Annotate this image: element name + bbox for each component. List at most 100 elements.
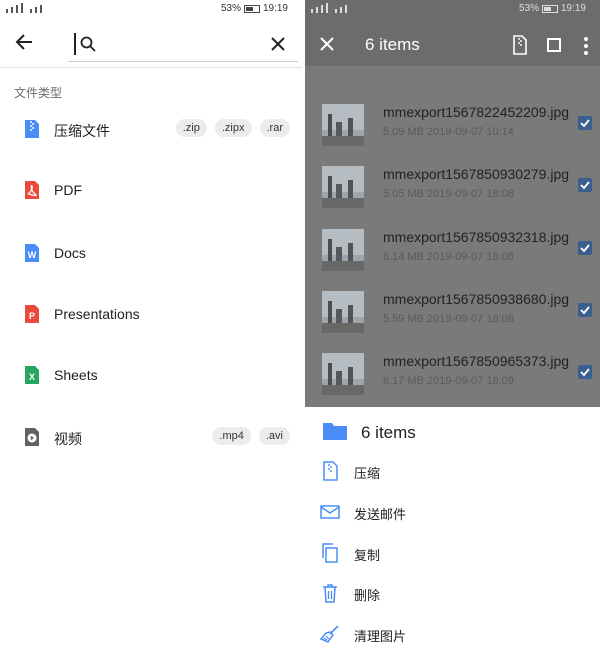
archive-icon	[25, 120, 39, 138]
battery-percent: 53%	[220, 3, 241, 14]
file-meta: 6.14 MB 2019-09-07 18:08	[383, 251, 514, 263]
battery-icon	[541, 4, 558, 13]
search-screen: 53% 19:19 文件类型 压缩文件 .zip .zipx .rar PDF …	[0, 0, 302, 653]
action-label: 压缩	[354, 466, 381, 481]
action-mail[interactable]: 发送邮件	[305, 494, 600, 534]
action-clean-images[interactable]: 清理图片	[305, 616, 600, 653]
sheet-title: 6 items	[361, 423, 416, 442]
battery-icon	[243, 4, 260, 13]
search-box[interactable]	[68, 28, 298, 62]
file-meta: 5.05 MB 2019-09-07 18:08	[383, 188, 514, 200]
chip-avi[interactable]: .avi	[258, 427, 290, 445]
search-icon	[80, 36, 96, 52]
type-row-pdf[interactable]: PDF	[0, 170, 302, 210]
chip-zipx[interactable]: .zipx	[214, 119, 252, 137]
action-label: 发送邮件	[354, 507, 407, 522]
compress-icon	[323, 461, 338, 481]
signal-icon	[311, 3, 347, 13]
svg-text:X: X	[29, 372, 35, 382]
file-row[interactable]: mmexport1567850932318.jpg 6.14 MB 2019-0…	[305, 225, 600, 287]
file-checkbox[interactable]	[578, 116, 592, 130]
text-cursor	[74, 33, 76, 55]
type-row-docs[interactable]: W Docs	[0, 233, 302, 273]
file-row[interactable]: mmexport1567850965373.jpg 6.17 MB 2019-0…	[305, 349, 600, 407]
type-label: 视频	[54, 431, 82, 447]
type-label: PDF	[54, 182, 82, 198]
file-checkbox[interactable]	[578, 178, 592, 192]
docs-icon: W	[25, 244, 39, 262]
clock: 19:19	[262, 3, 288, 14]
action-compress[interactable]: 压缩	[305, 453, 600, 493]
folder-icon	[323, 423, 347, 440]
file-checkbox[interactable]	[578, 365, 592, 379]
checkmark-icon	[580, 306, 590, 315]
checkmark-icon	[580, 368, 590, 377]
file-checkbox[interactable]	[578, 303, 592, 317]
search-input[interactable]	[100, 34, 260, 56]
select-all-checkbox[interactable]	[547, 38, 561, 52]
section-title: 文件类型	[14, 86, 63, 100]
type-label: Docs	[54, 245, 86, 261]
battery-percent: 53%	[518, 3, 539, 14]
type-row-archive[interactable]: 压缩文件 .zip .zipx .rar	[0, 109, 302, 149]
mail-icon	[320, 505, 340, 519]
status-bar: 53% 19:19	[305, 0, 600, 18]
type-row-video[interactable]: 视频 .mp4 .avi	[0, 417, 302, 457]
pdf-icon	[25, 181, 39, 199]
file-list: mmexport1567822452209.jpg 5.09 MB 2019-0…	[305, 66, 600, 407]
more-vert-icon[interactable]	[584, 36, 588, 56]
slides-icon: P	[25, 305, 39, 323]
file-row[interactable]: mmexport1567822452209.jpg 5.09 MB 2019-0…	[305, 100, 600, 162]
file-name: mmexport1567850932318.jpg	[383, 229, 570, 245]
close-icon[interactable]	[270, 36, 286, 52]
selection-title: 6 items	[365, 35, 420, 54]
type-row-sheets[interactable]: X Sheets	[0, 355, 302, 395]
file-checkbox[interactable]	[578, 241, 592, 255]
action-label: 复制	[354, 548, 381, 563]
chip-mp4[interactable]: .mp4	[212, 427, 251, 445]
file-row[interactable]: mmexport1567850938680.jpg 5.59 MB 2019-0…	[305, 287, 600, 349]
file-name: mmexport1567850965373.jpg	[383, 353, 570, 369]
checkmark-icon	[580, 181, 590, 190]
copy-icon	[322, 543, 338, 563]
search-header	[0, 18, 302, 68]
image-thumbnail	[322, 104, 364, 146]
action-label: 删除	[354, 588, 381, 603]
svg-text:P: P	[29, 311, 35, 321]
bottom-sheet: 6 items 压缩 发送邮件 复制 删除 清理图片	[305, 407, 600, 653]
image-thumbnail	[322, 229, 364, 271]
video-icon	[25, 428, 39, 446]
checkmark-icon	[580, 244, 590, 253]
action-delete[interactable]: 删除	[305, 575, 600, 615]
file-meta: 5.59 MB 2019-09-07 18:08	[383, 313, 514, 325]
image-thumbnail	[322, 166, 364, 208]
action-label: 清理图片	[354, 629, 407, 644]
file-meta: 6.17 MB 2019-09-07 18:09	[383, 375, 514, 387]
trash-icon	[323, 584, 337, 603]
sheets-icon: X	[25, 366, 39, 384]
chip-zip[interactable]: .zip	[175, 119, 207, 137]
broom-icon	[320, 625, 339, 643]
action-copy[interactable]: 复制	[305, 535, 600, 575]
image-thumbnail	[322, 353, 364, 395]
type-row-presentations[interactable]: P Presentations	[0, 294, 302, 334]
image-thumbnail	[322, 291, 364, 333]
file-name: mmexport1567822452209.jpg	[383, 104, 570, 120]
sheet-header: 6 items	[305, 421, 600, 451]
file-name: mmexport1567850938680.jpg	[383, 291, 570, 307]
file-meta: 5.09 MB 2019-09-07 10:14	[383, 126, 514, 138]
file-row[interactable]: mmexport1567850930279.jpg 5.05 MB 2019-0…	[305, 162, 600, 224]
close-icon[interactable]	[319, 36, 335, 52]
chip-rar[interactable]: .rar	[259, 119, 290, 137]
status-bar: 53% 19:19	[0, 0, 302, 18]
compress-icon[interactable]	[513, 35, 527, 55]
back-arrow-icon[interactable]	[14, 32, 34, 52]
signal-icon	[6, 3, 42, 13]
clock: 19:19	[560, 3, 586, 14]
type-label: 压缩文件	[54, 123, 110, 139]
selection-screen: 53% 19:19 6 items mmexport1567822452209.…	[305, 0, 600, 653]
type-label: Presentations	[54, 306, 140, 322]
file-name: mmexport1567850930279.jpg	[383, 166, 570, 182]
checkmark-icon	[580, 119, 590, 128]
type-label: Sheets	[54, 367, 98, 383]
